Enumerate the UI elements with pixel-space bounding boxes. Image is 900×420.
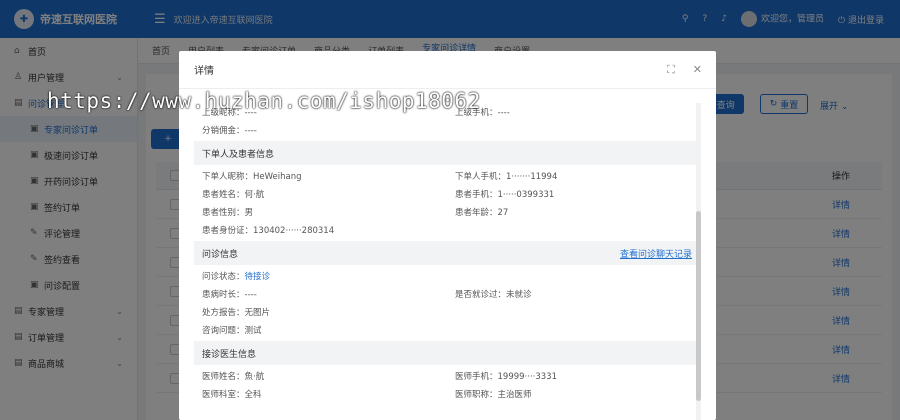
detail-row: 患者姓名：何·航 患者手机：1·····0399331	[194, 185, 700, 203]
detail-field: 分销佣金：----	[194, 124, 447, 136]
field-value: 27	[497, 208, 509, 218]
field-value: 1·······11994	[506, 172, 558, 182]
detail-row: 患者身份证：130402······280314	[194, 221, 700, 239]
field-label: 是否就诊过：	[455, 290, 507, 300]
field-label: 下单人昵称：	[202, 172, 254, 182]
section-title: 接诊医生信息	[202, 349, 257, 360]
detail-row: 患病时长：---- 是否就诊过：未就诊	[194, 285, 700, 303]
detail-field: 咨询问题：测试	[194, 324, 447, 336]
field-value: ----	[244, 126, 257, 136]
section-title: 问诊信息	[202, 249, 239, 260]
section-title: 下单人及患者信息	[202, 149, 275, 160]
field-label: 问诊状态：	[202, 272, 245, 282]
modal-body: 上级昵称：---- 上级手机：---- 分销佣金：---- 下单人及患者信息 下单人昵称…	[194, 103, 700, 420]
field-label: 医师科室：	[202, 390, 245, 400]
detail-field: 处方报告：无图片	[194, 306, 447, 318]
field-value: ----	[244, 290, 257, 300]
field-label: 医师职称：	[455, 390, 498, 400]
field-label: 分销佣金：	[202, 126, 245, 136]
section-header: 接诊医生信息	[194, 341, 700, 365]
detail-field: 上级手机：----	[447, 106, 700, 118]
field-label: 处方报告：	[202, 308, 245, 318]
field-label: 下单人手机：	[455, 172, 507, 182]
chat-record-link[interactable]: 查看问诊聊天记录	[620, 247, 692, 260]
field-label: 患病时长：	[202, 290, 245, 300]
detail-row: 医师姓名：魚·航 医师手机：19999····3331	[194, 367, 700, 385]
detail-field: 医师姓名：魚·航	[194, 370, 447, 382]
field-value: 魚·航	[244, 372, 265, 382]
field-value: 全科	[244, 390, 262, 400]
detail-row: 分销佣金：----	[194, 121, 700, 139]
detail-field: 患者年龄：27	[447, 206, 700, 218]
modal-header: 详情 ⛶ ✕	[179, 51, 716, 89]
field-label: 咨询问题：	[202, 326, 245, 336]
detail-field: 患者姓名：何·航	[194, 188, 447, 200]
detail-row: 医师科室：全科 医师职称：主治医师	[194, 385, 700, 403]
scrollbar-thumb[interactable]	[696, 211, 701, 401]
fullscreen-icon[interactable]: ⛶	[667, 63, 675, 77]
field-value: 130402······280314	[253, 226, 335, 236]
section-header: 下单人及患者信息	[194, 141, 700, 165]
field-label: 患者手机：	[455, 190, 498, 200]
detail-row: 问诊状态：待接诊	[194, 267, 700, 285]
detail-field: 下单人手机：1·······11994	[447, 170, 700, 182]
field-value: 待接诊	[244, 272, 271, 282]
field-value: 男	[244, 208, 254, 218]
field-value: 1·····0399331	[497, 190, 555, 200]
field-label: 患者姓名：	[202, 190, 245, 200]
field-value: ----	[497, 108, 510, 118]
detail-field: 患者性别：男	[194, 206, 447, 218]
watermark: https://www.huzhan.com/ishop18062	[47, 89, 481, 113]
field-label: 医师姓名：	[202, 372, 245, 382]
detail-field: 医师职称：主治医师	[447, 388, 700, 400]
detail-field: 患者身份证：130402······280314	[194, 224, 447, 236]
field-value: 无图片	[244, 308, 271, 318]
field-value: 测试	[244, 326, 262, 336]
detail-field: 是否就诊过：未就诊	[447, 288, 700, 300]
field-label: 患者身份证：	[202, 226, 254, 236]
field-label: 患者性别：	[202, 208, 245, 218]
field-value: 何·航	[244, 190, 265, 200]
detail-row: 下单人昵称：HeWeihang 下单人手机：1·······11994	[194, 167, 700, 185]
detail-field: 医师科室：全科	[194, 388, 447, 400]
detail-row: 处方报告：无图片	[194, 303, 700, 321]
field-label: 医师手机：	[455, 372, 498, 382]
field-label: 患者年龄：	[455, 208, 498, 218]
detail-field: 患者手机：1·····0399331	[447, 188, 700, 200]
detail-field: 问诊状态：待接诊	[194, 270, 447, 282]
field-value: 未就诊	[506, 290, 532, 300]
field-value: 19999····3331	[497, 372, 557, 382]
section-header: 问诊信息 查看问诊聊天记录	[194, 241, 700, 265]
detail-field: 下单人昵称：HeWeihang	[194, 170, 447, 182]
detail-row: 咨询问题：测试	[194, 321, 700, 339]
modal-scrollbar[interactable]	[696, 103, 701, 420]
detail-row: 患者性别：男 患者年龄：27	[194, 203, 700, 221]
field-value: HeWeihang	[253, 172, 302, 182]
close-icon[interactable]: ✕	[693, 63, 702, 77]
modal-title: 详情	[194, 66, 214, 77]
field-value: 主治医师	[497, 390, 532, 400]
detail-field: 患病时长：----	[194, 288, 447, 300]
detail-field: 医师手机：19999····3331	[447, 370, 700, 382]
